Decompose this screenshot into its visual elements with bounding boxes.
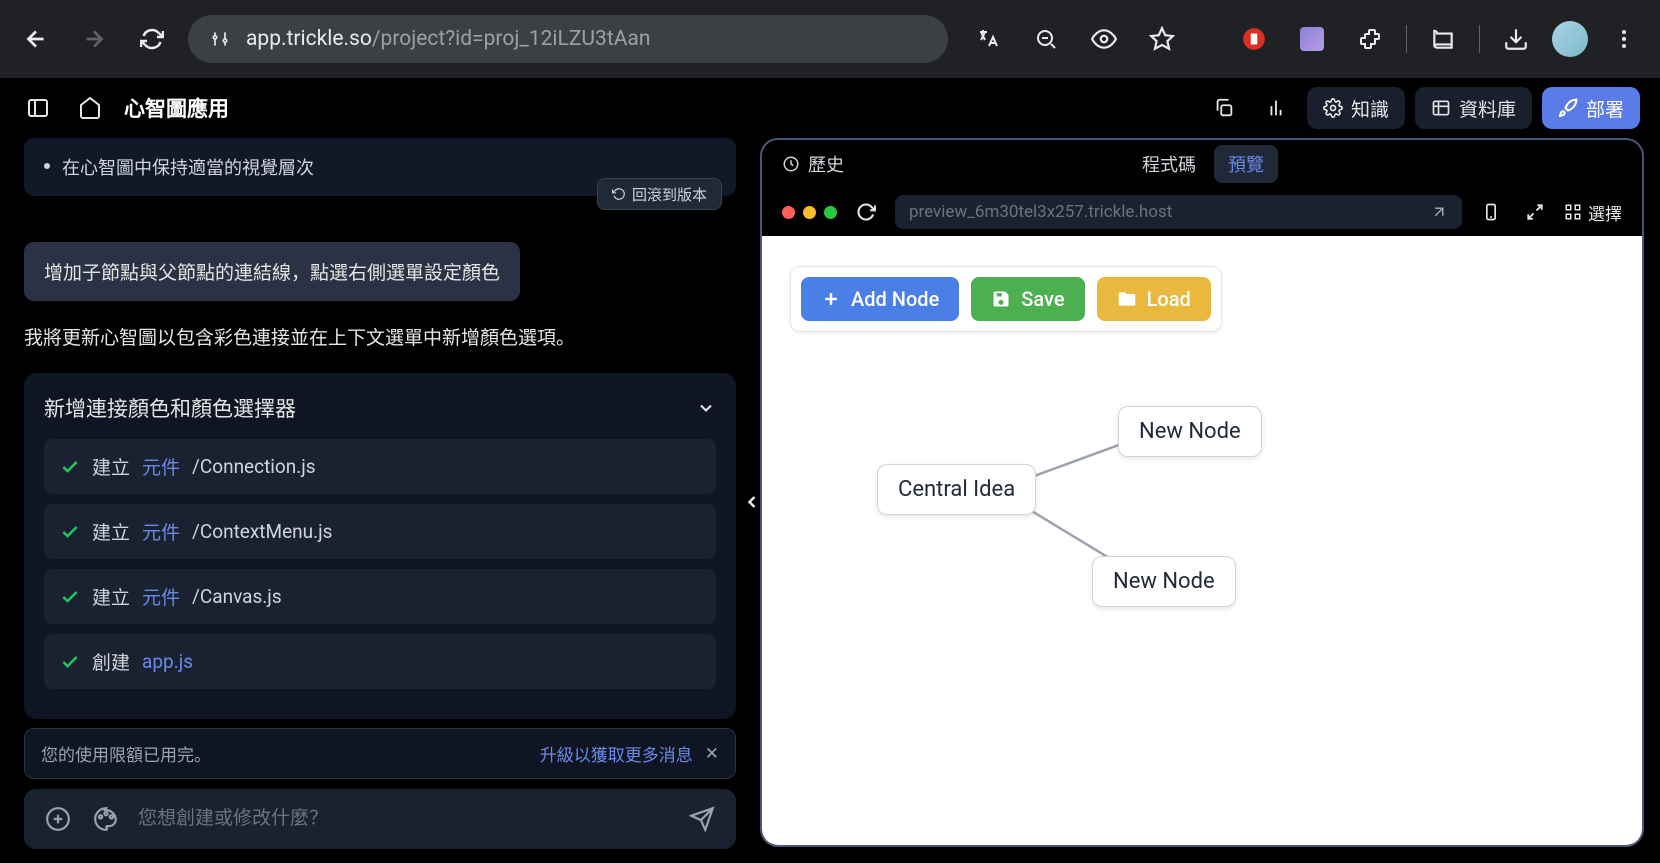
composer-input[interactable] [138, 808, 670, 830]
database-button[interactable]: 資料庫 [1415, 87, 1532, 129]
check-icon [60, 457, 80, 477]
sidebar-toggle-icon[interactable] [20, 90, 56, 126]
deploy-button[interactable]: 部署 [1542, 87, 1640, 129]
star-icon[interactable] [1140, 17, 1184, 61]
task-item[interactable]: 建立元件/ContextMenu.js [44, 504, 716, 559]
mindmap-node[interactable]: New Node [1092, 556, 1236, 607]
bullet-text: 在心智圖中保持適當的視覺層次 [62, 154, 314, 180]
user-message: 增加子節點與父節點的連結線，點選右側選單設定顏色 [24, 242, 520, 301]
back-button[interactable] [14, 17, 58, 61]
add-node-button[interactable]: Add Node [801, 277, 959, 321]
send-icon[interactable] [686, 803, 718, 835]
avatar[interactable] [1552, 21, 1588, 57]
copy-icon[interactable] [1203, 87, 1245, 129]
load-button[interactable]: Load [1097, 277, 1211, 321]
mindmap-node-central[interactable]: Central Idea [877, 464, 1036, 515]
site-settings-icon[interactable] [208, 27, 232, 51]
browser-toolbar: app.trickle.so/project?id=proj_12iLZU3tA… [0, 0, 1660, 78]
url-text: app.trickle.so/project?id=proj_12iLZU3tA… [246, 27, 650, 51]
history-tab[interactable]: 歷史 [782, 151, 844, 177]
task-panel: 新增連接顏色和顏色選擇器 建立元件/Connection.js 建立元件/Con… [24, 373, 736, 719]
task-header[interactable]: 新增連接顏色和顏色選擇器 [44, 393, 716, 423]
save-button[interactable]: Save [971, 277, 1084, 321]
quota-banner: 您的使用限額已用完。 升級以獲取更多消息 ✕ [24, 728, 736, 779]
quota-message: 您的使用限額已用完。 [41, 741, 211, 766]
add-icon[interactable] [42, 803, 74, 835]
app-toolbar: 心智圖應用 知識 資料庫 部署 [0, 78, 1660, 138]
chart-icon[interactable] [1255, 87, 1297, 129]
task-item[interactable]: 創建app.js [44, 634, 716, 689]
preview-url[interactable]: preview_6m30tel3x257.trickle.host [895, 195, 1462, 229]
traffic-lights [782, 206, 837, 219]
preview-tab[interactable]: 預覽 [1214, 145, 1278, 183]
open-external-icon[interactable] [1430, 203, 1448, 221]
preview-frame: Add Node Save Load Central Idea New Node… [762, 236, 1642, 845]
mindmap-toolbar: Add Node Save Load [790, 266, 1222, 332]
zoom-icon[interactable] [1024, 17, 1068, 61]
assistant-message: 我將更新心智圖以包含彩色連接並在上下文選單中新增顏色選項。 [24, 323, 736, 353]
forward-button[interactable] [72, 17, 116, 61]
home-icon[interactable] [72, 90, 108, 126]
eye-icon[interactable] [1082, 17, 1126, 61]
context-box: 在心智圖中保持適當的視覺層次 回滾到版本 [24, 138, 736, 196]
code-tab[interactable]: 程式碼 [1128, 145, 1210, 183]
check-icon [60, 522, 80, 542]
mindmap-node[interactable]: New Node [1118, 406, 1262, 457]
preview-toolbar: preview_6m30tel3x257.trickle.host 選擇 [762, 188, 1642, 236]
check-icon [60, 652, 80, 672]
reader-icon[interactable] [1421, 17, 1465, 61]
reload-button[interactable] [130, 17, 174, 61]
composer [24, 789, 736, 849]
translate-icon[interactable] [966, 17, 1010, 61]
mobile-icon[interactable] [1476, 197, 1506, 227]
collapse-handle[interactable] [736, 478, 760, 526]
download-icon[interactable] [1494, 17, 1538, 61]
chat-panel: 在心智圖中保持適當的視覺層次 回滾到版本 增加子節點與父節點的連結線，點選右側選… [0, 138, 760, 863]
menu-icon[interactable] [1602, 17, 1646, 61]
url-bar[interactable]: app.trickle.so/project?id=proj_12iLZU3tA… [188, 15, 948, 63]
refresh-icon[interactable] [851, 197, 881, 227]
revert-button[interactable]: 回滾到版本 [597, 178, 722, 210]
knowledge-button[interactable]: 知識 [1307, 87, 1405, 129]
chevron-down-icon [696, 398, 716, 418]
preview-panel: 歷史 程式碼 預覽 preview_6m30tel3x257.trickle.h… [760, 138, 1644, 847]
bullet-dot [44, 163, 50, 169]
palette-icon[interactable] [90, 803, 122, 835]
select-button[interactable]: 選擇 [1564, 200, 1622, 225]
extension-icon-1[interactable] [1290, 17, 1334, 61]
task-item[interactable]: 建立元件/Canvas.js [44, 569, 716, 624]
app-title: 心智圖應用 [124, 93, 229, 123]
expand-icon[interactable] [1520, 197, 1550, 227]
separator [1406, 25, 1407, 53]
extensions-icon[interactable] [1348, 17, 1392, 61]
adblock-icon[interactable] [1232, 17, 1276, 61]
close-icon[interactable]: ✕ [705, 744, 719, 764]
task-item[interactable]: 建立元件/Connection.js [44, 439, 716, 494]
preview-tabs: 歷史 程式碼 預覽 [762, 140, 1642, 188]
task-title: 新增連接顏色和顏色選擇器 [44, 393, 296, 423]
separator [1479, 25, 1480, 53]
upgrade-link[interactable]: 升級以獲取更多消息 [540, 741, 693, 766]
check-icon [60, 587, 80, 607]
